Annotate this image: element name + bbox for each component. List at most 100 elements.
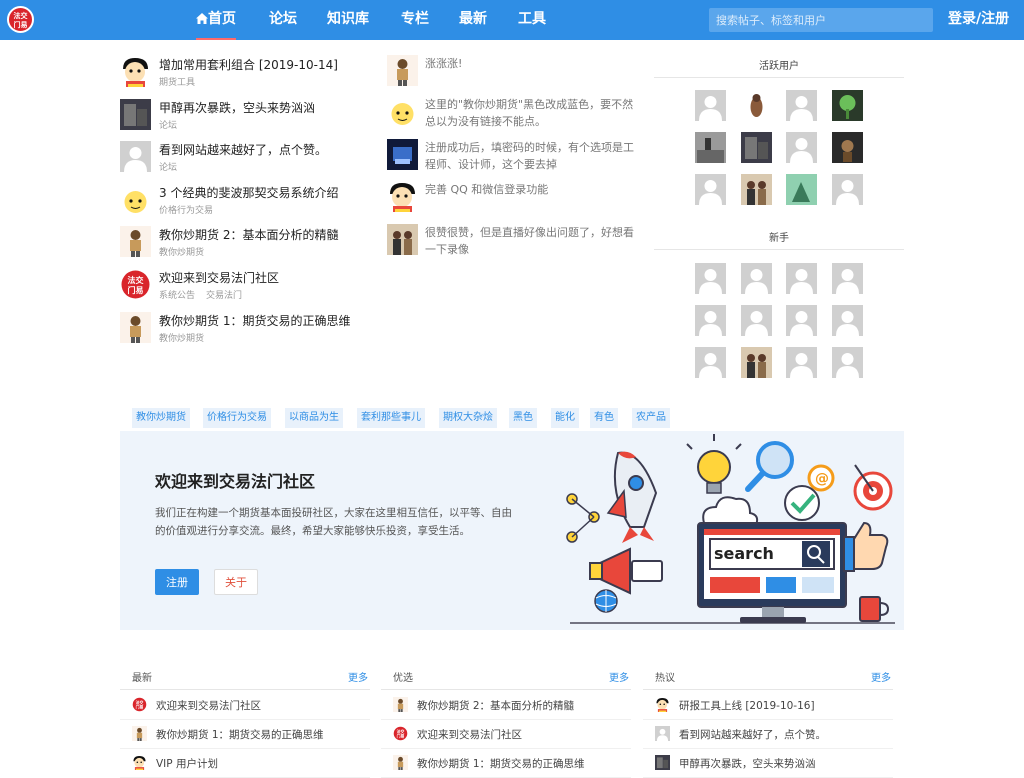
user-avatar[interactable]: [831, 305, 863, 336]
avatar[interactable]: [393, 697, 408, 712]
post-category[interactable]: 教你炒期货: [159, 248, 204, 258]
thumbs-up-icon: [843, 521, 889, 572]
user-avatar[interactable]: [695, 174, 726, 205]
tag-item[interactable]: 农产品: [632, 408, 670, 428]
login-register-link[interactable]: 登录/注册: [948, 0, 1009, 38]
post-category[interactable]: 交易法门: [206, 291, 242, 301]
avatar[interactable]: [655, 726, 670, 741]
activity-text[interactable]: 完善 QQ 和微信登录功能: [425, 181, 641, 198]
avatar[interactable]: [387, 181, 418, 212]
post-category[interactable]: 论坛: [159, 163, 177, 173]
list-item-link[interactable]: 看到网站越来越好了，点个赞。: [679, 727, 826, 742]
globe-icon: [594, 589, 618, 613]
tag-item[interactable]: 能化: [551, 408, 579, 428]
user-avatar[interactable]: [695, 132, 726, 163]
post-category[interactable]: 系统公告: [159, 291, 195, 301]
register-button[interactable]: 注册: [155, 569, 199, 595]
tag-item[interactable]: 套利那些事儿: [357, 408, 425, 428]
avatar[interactable]: [120, 141, 151, 173]
user-avatar[interactable]: [831, 90, 863, 121]
list-item-link[interactable]: 欢迎来到交易法门社区: [417, 727, 522, 742]
user-avatar[interactable]: [786, 347, 817, 378]
avatar[interactable]: [120, 56, 151, 87]
post-category[interactable]: 价格行为交易: [159, 206, 213, 216]
user-avatar[interactable]: [740, 174, 772, 205]
post-title[interactable]: 增加常用套利组合 [2019-10-14]: [159, 56, 338, 73]
post-category[interactable]: 教你炒期货: [159, 334, 204, 344]
avatar[interactable]: 法交 门易: [393, 726, 408, 741]
user-avatar[interactable]: [831, 263, 863, 294]
tag-item[interactable]: 教你炒期货: [132, 408, 190, 428]
tag-item[interactable]: 期权大杂烩: [439, 408, 497, 428]
nav-forum[interactable]: 论坛: [269, 0, 297, 40]
tag-item[interactable]: 黑色: [509, 408, 537, 428]
avatar[interactable]: 法交 门易: [132, 697, 147, 712]
banner-description: 我们正在构建一个期货基本面投研社区，大家在这里相互信任，以平等、自由的价值观进行…: [155, 507, 512, 537]
post-title[interactable]: 3 个经典的斐波那契交易系统介绍: [159, 184, 338, 201]
user-avatar[interactable]: [786, 174, 817, 205]
tag-item[interactable]: 价格行为交易: [203, 408, 271, 428]
post-title[interactable]: 欢迎来到交易法门社区: [159, 269, 279, 286]
user-avatar[interactable]: [695, 305, 726, 336]
post-title[interactable]: 教你炒期货 1：期货交易的正确思维: [159, 312, 350, 329]
user-avatar[interactable]: [695, 263, 726, 294]
post-meta: 教你炒期货: [159, 331, 215, 344]
activity-text[interactable]: 涨涨涨!: [425, 55, 641, 72]
more-link[interactable]: 更多: [609, 669, 629, 684]
activity-text[interactable]: 这里的"教你炒期货"黑色改成蓝色，要不然总以为没有链接不能点。: [425, 96, 641, 130]
user-avatar[interactable]: [695, 347, 726, 378]
user-avatar[interactable]: [831, 132, 863, 163]
activity-text[interactable]: 很赞很赞，但是直播好像出问题了，好想看一下录像: [425, 224, 641, 258]
tag-item[interactable]: 有色: [590, 408, 618, 428]
avatar[interactable]: [387, 55, 418, 86]
nav-home[interactable]: 首页: [196, 0, 236, 40]
post-category[interactable]: 论坛: [159, 121, 177, 131]
active-users-heading: 活跃用户: [654, 57, 904, 78]
post-category[interactable]: 期货工具: [159, 78, 195, 88]
user-avatar[interactable]: [740, 90, 772, 121]
user-avatar[interactable]: [831, 347, 863, 378]
tag-item[interactable]: 以商品为生: [285, 408, 343, 428]
post-meta: 论坛: [159, 160, 188, 173]
about-button[interactable]: 关于: [214, 569, 258, 595]
user-avatar[interactable]: [695, 90, 726, 121]
more-link[interactable]: 更多: [348, 669, 368, 684]
search-input[interactable]: [709, 8, 933, 32]
avatar[interactable]: [120, 311, 151, 343]
site-logo[interactable]: 法交 门易: [7, 6, 34, 33]
more-link[interactable]: 更多: [871, 669, 891, 684]
avatar[interactable]: [120, 183, 151, 215]
post-title[interactable]: 教你炒期货 2：基本面分析的精髓: [159, 226, 338, 243]
avatar[interactable]: [387, 139, 418, 170]
nav-knowledge-base[interactable]: 知识库: [327, 0, 369, 40]
user-avatar[interactable]: [740, 347, 772, 378]
list-item-link[interactable]: 研报工具上线 [2019-10-16]: [679, 698, 815, 713]
user-avatar[interactable]: [740, 263, 772, 294]
avatar[interactable]: [387, 96, 418, 127]
post-title[interactable]: 看到网站越来越好了，点个赞。: [159, 141, 327, 158]
avatar[interactable]: [120, 98, 151, 130]
user-avatar[interactable]: [786, 305, 817, 336]
user-avatar[interactable]: [786, 90, 817, 121]
user-avatar[interactable]: [740, 305, 772, 336]
user-avatar[interactable]: [786, 263, 817, 294]
list-item-link[interactable]: 甲醇再次暴跌，空头来势汹汹: [679, 756, 816, 771]
nav-tools[interactable]: 工具: [518, 0, 546, 40]
list-item-link[interactable]: 教你炒期货 1：期货交易的正确思维: [156, 727, 324, 742]
nav-column[interactable]: 专栏: [401, 0, 429, 40]
nav-latest[interactable]: 最新: [459, 0, 487, 40]
list-item-link[interactable]: 欢迎来到交易法门社区: [156, 698, 261, 713]
user-avatar[interactable]: [786, 132, 817, 163]
list-item-link[interactable]: 教你炒期货 2：基本面分析的精髓: [417, 698, 574, 713]
avatar[interactable]: [132, 726, 147, 741]
avatar[interactable]: [655, 697, 670, 712]
list-item-link[interactable]: VIP 用户计划: [156, 756, 218, 771]
user-avatar[interactable]: [831, 174, 863, 205]
list-item-link[interactable]: 教你炒期货 1：期货交易的正确思维: [417, 756, 585, 771]
post-title[interactable]: 甲醇再次暴跌，空头来势汹汹: [159, 99, 315, 116]
activity-text[interactable]: 注册成功后，填密码的时候，有个选项是工程师、设计师，这个要去掉: [425, 139, 641, 173]
avatar[interactable]: 法交 门易: [120, 269, 151, 300]
avatar[interactable]: [120, 226, 151, 258]
avatar[interactable]: [387, 224, 418, 255]
user-avatar[interactable]: [740, 132, 772, 163]
